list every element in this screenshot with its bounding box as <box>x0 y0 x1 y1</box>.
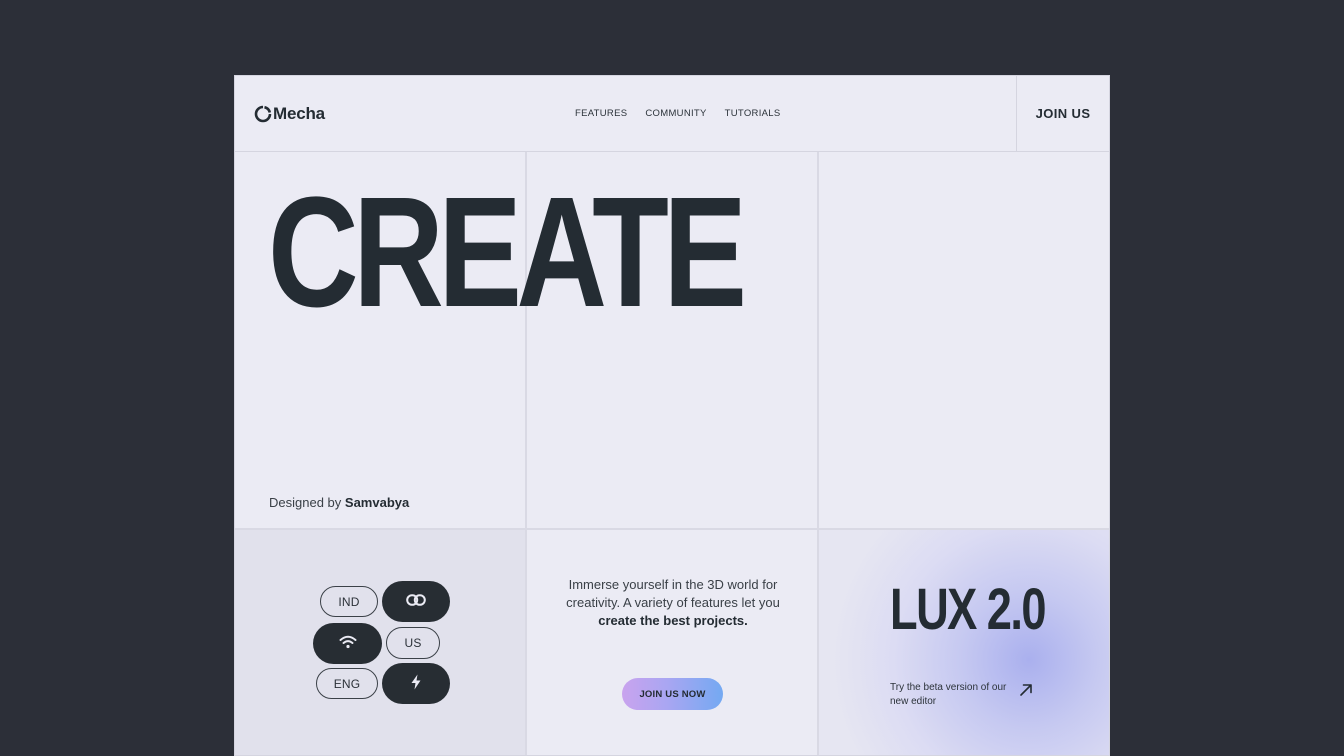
desc-line-2: creativity. A variety of features let yo… <box>566 595 780 610</box>
pill-us[interactable]: US <box>386 627 440 659</box>
pill-eng[interactable]: ENG <box>316 668 378 699</box>
logo-ring-icon <box>254 105 272 123</box>
desc-line-1: Immerse yourself in the 3D world for <box>568 577 778 592</box>
link-pill[interactable] <box>382 581 450 622</box>
wifi-pill[interactable] <box>313 623 382 664</box>
main-nav: FEATURES COMMUNITY TUTORIALS <box>575 108 781 119</box>
arrow-up-right-icon[interactable] <box>1019 683 1033 702</box>
credit-name: Samvabya <box>344 495 410 510</box>
nav-tutorials[interactable]: TUTORIALS <box>725 108 781 119</box>
bolt-icon <box>410 674 422 693</box>
join-us-now-button[interactable]: JOIN US NOW <box>622 678 723 710</box>
lux-title: LUX 2.0 <box>890 577 1047 642</box>
wifi-icon <box>339 635 357 652</box>
site-header: Mecha FEATURES COMMUNITY TUTORIALS JOIN … <box>235 76 1109 152</box>
pill-ind[interactable]: IND <box>320 586 378 617</box>
logo-text: Mecha <box>273 104 325 123</box>
nav-features[interactable]: FEATURES <box>575 108 627 119</box>
nav-community[interactable]: COMMUNITY <box>645 108 706 119</box>
designer-credit: Designed by Samvabya <box>269 495 409 510</box>
feature-description: Immerse yourself in the 3D world for cre… <box>531 576 815 630</box>
logo[interactable]: Mecha <box>254 104 325 124</box>
lux-promo-cell <box>819 530 1109 755</box>
join-us-button[interactable]: JOIN US <box>1016 76 1109 151</box>
hero-title: CREATE <box>268 165 747 340</box>
bolt-pill[interactable] <box>382 663 450 704</box>
link-icon <box>406 594 426 609</box>
landing-page: Mecha FEATURES COMMUNITY TUTORIALS JOIN … <box>234 75 1110 756</box>
credit-prefix: Designed by <box>269 495 342 510</box>
beta-text: Try the beta version of our new editor <box>890 682 1007 707</box>
desc-bold: create the best projects. <box>598 613 748 628</box>
